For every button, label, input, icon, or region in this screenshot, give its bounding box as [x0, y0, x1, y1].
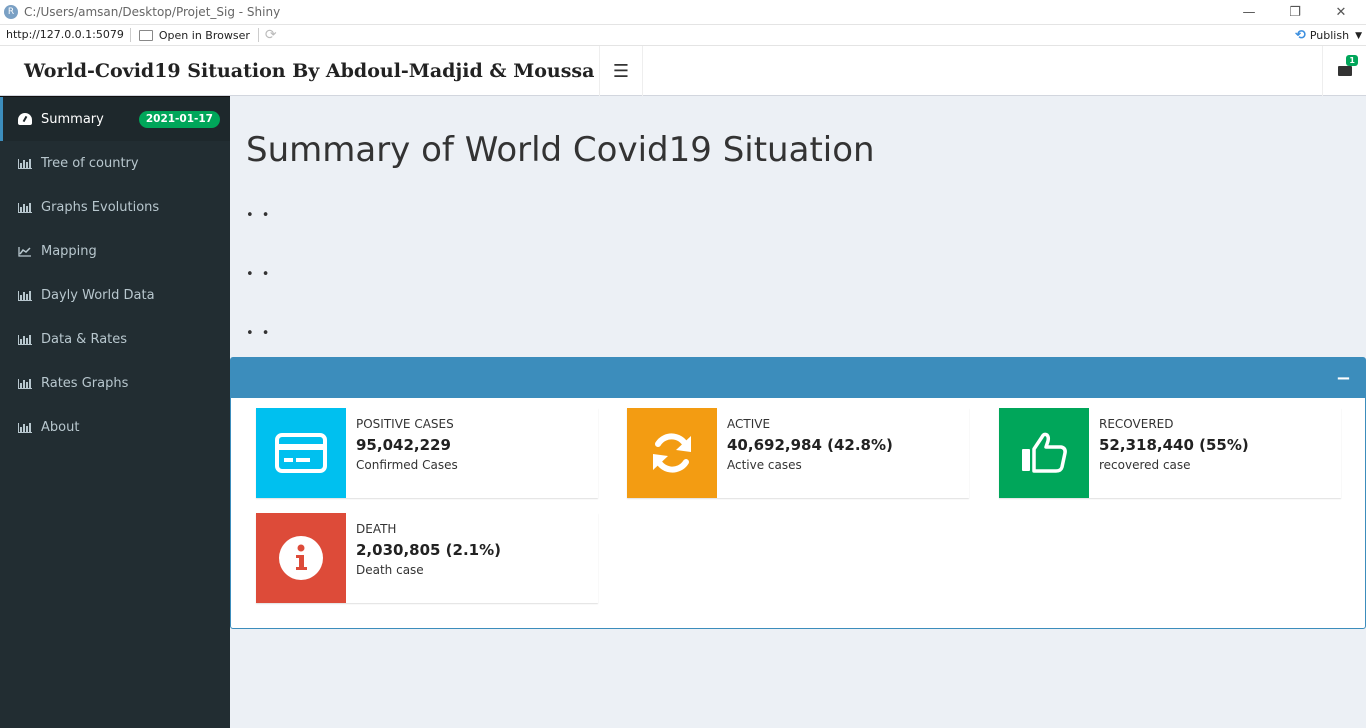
url-display[interactable]: http://127.0.0.1:5079 [0, 28, 131, 42]
info-box-title: ACTIVE [727, 417, 771, 431]
open-in-browser-button[interactable]: Open in Browser [131, 28, 259, 42]
sidebar-item-label: Graphs Evolutions [41, 199, 160, 215]
info-box-subtitle: Active cases [727, 458, 802, 472]
summary-box: − POSITIVE CASES 95,042,229 Confirmed Ca… [230, 357, 1366, 629]
sidebar-item-label: Data & Rates [41, 331, 128, 347]
info-box-subtitle: Death case [356, 563, 424, 577]
messages-count-badge: 1 [1346, 55, 1358, 66]
date-badge: 2021-01-17 [138, 111, 220, 128]
sidebar-item-about[interactable]: About [0, 405, 230, 449]
bar-chart-icon [18, 201, 34, 213]
bar-chart-icon [18, 377, 34, 389]
info-box-active: ACTIVE 40,692,984 (42.8%) Active cases [627, 408, 969, 498]
box-header: − [231, 358, 1365, 398]
line-chart-icon [18, 245, 34, 257]
dashboard-icon [18, 113, 34, 125]
info-box-recovered: RECOVERED 52,318,440 (55%) recovered cas… [999, 408, 1341, 498]
sidebar-item-rates-graphs[interactable]: Rates Graphs [0, 361, 230, 405]
info-box-subtitle: Confirmed Cases [356, 458, 458, 472]
sidebar-item-dayly-world-data[interactable]: Dayly World Data [0, 273, 230, 317]
info-box-positive-cases: POSITIVE CASES 95,042,229 Confirmed Case… [256, 408, 598, 498]
chevron-down-icon: ▼ [1355, 30, 1362, 41]
info-box-subtitle: recovered case [1099, 458, 1191, 472]
info-icon [256, 513, 346, 603]
refresh-icon[interactable]: ⟳ [265, 27, 277, 43]
sidebar-item-graphs-evolutions[interactable]: Graphs Evolutions [0, 185, 230, 229]
info-box-value: 95,042,229 [356, 436, 451, 454]
sidebar-item-label: About [41, 419, 80, 435]
info-box-title: POSITIVE CASES [356, 417, 454, 431]
sidebar-item-mapping[interactable]: Mapping [0, 229, 230, 273]
refresh-icon [627, 408, 717, 498]
window-title: C:/Users/amsan/Desktop/Projet_Sig - Shin… [24, 5, 281, 19]
info-box-value: 2,030,805 (2.1%) [356, 541, 501, 559]
credit-card-icon [256, 408, 346, 498]
bar-chart-icon [18, 333, 34, 345]
thumbs-up-icon [999, 408, 1089, 498]
sidebar-item-data-rates[interactable]: Data & Rates [0, 317, 230, 361]
sidebar-toggle-button[interactable]: ☰ [600, 46, 643, 96]
sidebar-item-label: Summary [41, 111, 104, 127]
bar-chart-icon [18, 289, 34, 301]
placeholder-dots: • • [246, 208, 272, 223]
messages-button[interactable]: 1 [1322, 46, 1366, 96]
collapse-button[interactable]: − [1336, 368, 1351, 389]
app-header: World-Covid19 Situation By Abdoul-Madjid… [0, 46, 1366, 96]
info-box-value: 40,692,984 (42.8%) [727, 436, 893, 454]
minimize-button[interactable]: — [1226, 0, 1272, 24]
sidebar-item-label: Dayly World Data [41, 287, 155, 303]
window-title-bar: R C:/Users/amsan/Desktop/Projet_Sig - Sh… [0, 0, 1366, 24]
bar-chart-icon [18, 157, 34, 169]
placeholder-dots: • • [246, 326, 272, 341]
info-box-title: DEATH [356, 522, 397, 536]
page-title: Summary of World Covid19 Situation [246, 130, 875, 170]
publish-button[interactable]: ⟲ Publish ▼ [1295, 28, 1362, 43]
info-box-title: RECOVERED [1099, 417, 1174, 431]
placeholder-dots: • • [246, 267, 272, 282]
info-box-death: DEATH 2,030,805 (2.1%) Death case [256, 513, 598, 603]
sidebar-item-label: Mapping [41, 243, 97, 259]
open-in-browser-label: Open in Browser [158, 28, 250, 42]
viewer-toolbar: http://127.0.0.1:5079 Open in Browser ⟳ … [0, 24, 1366, 46]
main-content: Summary of World Covid19 Situation • • •… [230, 96, 1366, 728]
envelope-icon [1337, 66, 1352, 76]
browser-window-icon [138, 29, 153, 41]
sidebar-item-tree-of-country[interactable]: Tree of country [0, 141, 230, 185]
sidebar-item-summary[interactable]: Summary 2021-01-17 [0, 97, 230, 141]
sidebar: Summary 2021-01-17 Tree of country Graph… [0, 96, 230, 728]
sidebar-item-label: Rates Graphs [41, 375, 129, 391]
info-box-value: 52,318,440 (55%) [1099, 436, 1249, 454]
bar-chart-icon [18, 421, 34, 433]
close-window-button[interactable]: ✕ [1318, 0, 1364, 24]
app-title[interactable]: World-Covid19 Situation By Abdoul-Madjid… [0, 46, 600, 96]
sidebar-item-label: Tree of country [41, 155, 139, 171]
publish-label: Publish [1309, 29, 1350, 42]
restore-button[interactable]: ❐ [1272, 0, 1318, 24]
r-app-icon: R [4, 5, 18, 19]
publish-icon: ⟲ [1294, 28, 1306, 43]
